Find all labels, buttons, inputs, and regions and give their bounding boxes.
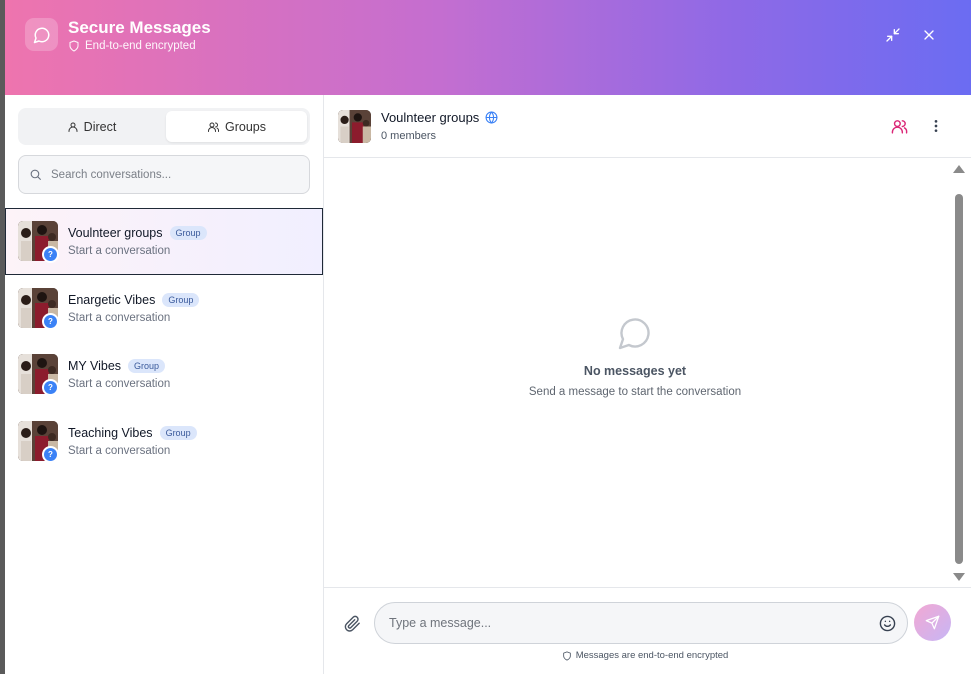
messages-scrollbar[interactable]: [948, 159, 968, 586]
message-composer: Messages are end-to-end encrypted: [324, 587, 971, 674]
shield-icon: [69, 40, 79, 52]
conversation-name-row: Teaching Vibes Group: [68, 426, 197, 440]
chat-bubble-icon: [25, 18, 58, 51]
search-box: [18, 155, 310, 194]
conversation-name: Enargetic Vibes: [68, 293, 156, 307]
modal-header: Secure Messages End-to-end encrypted: [5, 0, 971, 95]
secure-messages-modal: Secure Messages End-to-end encrypted Dir…: [5, 0, 971, 674]
status-badge: ?: [42, 379, 59, 396]
group-badge: Group: [128, 359, 166, 373]
message-circle-icon: [618, 318, 650, 350]
conversation-name-row: Voulnteer groups Group: [68, 226, 207, 240]
empty-state-title: No messages yet: [583, 364, 687, 378]
conversation-preview: Start a conversation: [68, 245, 171, 257]
conversation-name: Voulnteer groups: [68, 226, 163, 240]
scroll-up-arrow[interactable]: [953, 165, 965, 173]
chat-panel: Voulnteer groups 0 members No messages y…: [324, 95, 971, 674]
conversation-preview: Start a conversation: [68, 378, 171, 390]
conversation-type-tabs: Direct Groups: [18, 108, 310, 145]
smile-icon: [879, 615, 895, 631]
encryption-status: End-to-end encrypted: [68, 40, 196, 52]
conversation-preview: Start a conversation: [68, 312, 171, 324]
tab-direct-label: Direct: [83, 119, 117, 134]
conversation-sidebar: Direct Groups ? Voulnteer groups Group S…: [5, 95, 324, 674]
encryption-status-label: End-to-end encrypted: [85, 40, 196, 52]
close-icon: [924, 30, 934, 40]
conversation-item[interactable]: ? MY Vibes Group Start a conversation: [5, 341, 323, 408]
group-badge: Group: [162, 293, 200, 307]
search-icon: [30, 169, 41, 180]
send-icon: [925, 615, 940, 630]
conversation-name-row: Enargetic Vibes Group: [68, 293, 200, 307]
group-badge: Group: [169, 226, 207, 240]
members-button[interactable]: [889, 116, 909, 136]
minimize-icon: [886, 28, 900, 42]
conversation-name-row: MY Vibes Group: [68, 359, 166, 373]
more-vertical-icon: [934, 120, 938, 132]
users-icon: [208, 122, 220, 132]
user-icon: [68, 122, 78, 132]
conversation-preview: Start a conversation: [68, 445, 171, 457]
close-button[interactable]: [919, 25, 939, 45]
conversation-item[interactable]: ? Teaching Vibes Group Start a conversat…: [5, 408, 323, 475]
chat-title: Voulnteer groups: [381, 110, 480, 125]
empty-state-subtitle: Send a message to start the conversation: [528, 386, 742, 398]
message-input-wrapper: [374, 602, 908, 644]
modal-title: Secure Messages: [68, 18, 211, 37]
conversation-item[interactable]: ? Voulnteer groups Group Start a convers…: [5, 208, 323, 275]
search-input[interactable]: [51, 168, 291, 181]
conversation-name: MY Vibes: [68, 359, 122, 373]
member-count: 0 members: [381, 130, 437, 142]
scroll-down-arrow[interactable]: [953, 573, 965, 581]
shield-icon: [562, 650, 571, 661]
attach-button[interactable]: [342, 613, 362, 633]
tab-direct[interactable]: Direct: [21, 111, 162, 142]
paperclip-icon: [344, 615, 360, 632]
status-badge: ?: [42, 313, 59, 330]
tab-groups[interactable]: Groups: [166, 111, 307, 142]
message-input[interactable]: [389, 616, 869, 630]
users-icon: [891, 119, 907, 134]
conversation-name: Teaching Vibes: [68, 426, 153, 440]
conversation-item[interactable]: ? Enargetic Vibes Group Start a conversa…: [5, 275, 323, 342]
status-badge: ?: [42, 246, 59, 263]
emoji-button[interactable]: [877, 613, 897, 633]
encryption-note-label: Messages are end-to-end encrypted: [575, 650, 729, 661]
chat-header: Voulnteer groups 0 members: [324, 95, 971, 158]
scrollbar-thumb[interactable]: [955, 194, 963, 564]
status-badge: ?: [42, 446, 59, 463]
chat-title-row: Voulnteer groups: [381, 110, 498, 125]
minimize-button[interactable]: [883, 25, 903, 45]
send-button[interactable]: [914, 604, 951, 641]
tab-groups-label: Groups: [225, 119, 266, 134]
empty-state: No messages yet Send a message to start …: [324, 315, 946, 398]
group-badge: Group: [159, 426, 197, 440]
more-options-button[interactable]: [926, 116, 946, 136]
globe-icon: [485, 111, 498, 124]
encryption-note: Messages are end-to-end encrypted: [324, 650, 966, 661]
chat-avatar: [338, 110, 371, 143]
